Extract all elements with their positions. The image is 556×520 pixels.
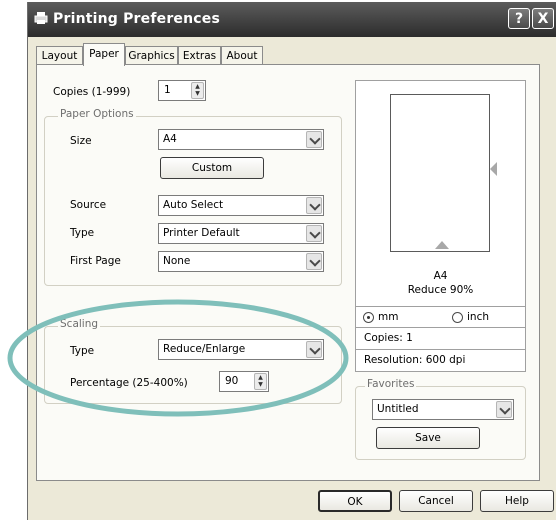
spin-arrows-icon[interactable]: ▲ ▼ (191, 82, 204, 99)
custom-button[interactable]: Custom (160, 157, 264, 179)
scaling-title: Scaling (58, 318, 101, 330)
unit-mm-radio[interactable] (363, 312, 374, 323)
favorites-value: Untitled (377, 403, 419, 415)
copies-info: Copies: 1 (364, 332, 413, 344)
source-dropdown[interactable]: Auto Select (158, 195, 324, 216)
percentage-value: 90 (225, 375, 239, 387)
tab-layout[interactable]: Layout (36, 46, 83, 65)
chevron-down-icon[interactable] (306, 253, 322, 270)
tab-about[interactable]: About (221, 46, 263, 65)
bottom-arrow-indicator-icon (435, 241, 449, 249)
first-page-value: None (163, 255, 191, 267)
resolution-info: Resolution: 600 dpi (364, 354, 466, 366)
chevron-down-icon[interactable] (306, 197, 322, 214)
scaling-group (44, 326, 342, 404)
unit-inch-radio[interactable] (452, 312, 463, 323)
source-value: Auto Select (163, 199, 224, 211)
tab-paper[interactable]: Paper (83, 43, 125, 66)
resolution-info-row: Resolution: 600 dpi (355, 350, 526, 372)
scaling-type-value: Reduce/Enlarge (163, 343, 246, 355)
size-value: A4 (163, 133, 177, 145)
preview-reduce-text: Reduce 90% (407, 284, 474, 296)
printer-icon (34, 12, 48, 24)
scaling-type-label: Type (70, 345, 95, 357)
copies-value: 1 (164, 84, 171, 96)
tab-graphics[interactable]: Graphics (125, 46, 178, 65)
chevron-down-icon[interactable] (306, 131, 322, 148)
size-label: Size (70, 135, 92, 147)
unit-mm-label: mm (378, 311, 399, 323)
percentage-label: Percentage (25-400%) (70, 377, 188, 389)
first-page-dropdown[interactable]: None (158, 251, 324, 272)
scaling-type-dropdown[interactable]: Reduce/Enlarge (158, 339, 324, 360)
copies-info-row: Copies: 1 (355, 328, 526, 350)
favorites-title: Favorites (365, 378, 417, 390)
copies-spinner[interactable]: 1 ▲ ▼ (158, 80, 206, 101)
paper-type-label: Type (70, 227, 95, 239)
chevron-down-icon[interactable] (306, 225, 322, 242)
tab-extras[interactable]: Extras (178, 46, 221, 65)
close-button[interactable]: X (532, 8, 554, 29)
unit-selector: mm inch (355, 306, 526, 328)
copies-label: Copies (1-999) (53, 86, 131, 98)
source-label: Source (70, 199, 107, 211)
chevron-down-icon[interactable] (496, 401, 512, 418)
title-bar[interactable]: Printing Preferences ? X (28, 2, 556, 37)
percentage-spinner[interactable]: 90 ▲ ▼ (219, 371, 269, 392)
save-button[interactable]: Save (376, 427, 480, 449)
size-dropdown[interactable]: A4 (158, 129, 324, 150)
help-button[interactable]: Help (480, 490, 554, 512)
spin-arrows-icon[interactable]: ▲ ▼ (254, 373, 267, 390)
paper-options-title: Paper Options (58, 108, 136, 120)
cancel-button[interactable]: Cancel (399, 490, 473, 512)
paper-preview-page (390, 94, 490, 252)
favorites-dropdown[interactable]: Untitled (372, 399, 514, 420)
help-title-button[interactable]: ? (508, 8, 530, 29)
window-title: Printing Preferences (53, 11, 221, 27)
paper-type-dropdown[interactable]: Printer Default (158, 223, 324, 244)
right-arrow-indicator-icon (490, 162, 497, 176)
chevron-down-icon[interactable] (306, 341, 322, 358)
paper-type-value: Printer Default (163, 227, 240, 239)
unit-inch-label: inch (467, 311, 489, 323)
preview-paper-size: A4 (433, 270, 448, 282)
first-page-label: First Page (70, 255, 121, 267)
ok-button[interactable]: OK (318, 490, 392, 512)
